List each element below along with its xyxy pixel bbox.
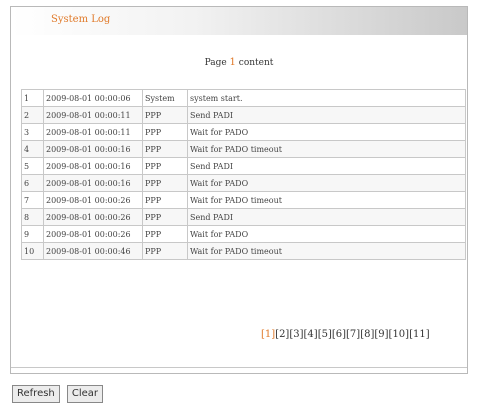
- page-link[interactable]: [11]: [409, 329, 430, 340]
- row-message: Wait for PADO timeout: [187, 140, 466, 158]
- row-module: PPP: [142, 191, 188, 209]
- page-prefix: Page: [204, 58, 227, 68]
- title-bar: System Log: [11, 7, 467, 35]
- row-index: 2: [21, 106, 44, 124]
- log-table: 1 2009-08-01 00:00:06 System system start. 2…: [21, 89, 466, 260]
- page-link[interactable]: [6]: [332, 329, 346, 340]
- row-module: PPP: [142, 208, 188, 226]
- row-time: 2009-08-01 00:00:26: [43, 225, 143, 243]
- row-message: Send PADI: [187, 157, 466, 175]
- row-index: 4: [21, 140, 44, 158]
- table-row: 9 2009-08-01 00:00:26 PPP Wait for PADO: [21, 225, 466, 243]
- table-row: 4 2009-08-01 00:00:16 PPP Wait for PADO tim…: [21, 140, 466, 158]
- table-row: 2 2009-08-01 00:00:11 PPP Send PADI: [21, 106, 466, 124]
- row-module: System: [142, 89, 188, 107]
- table-row: 6 2009-08-01 00:00:16 PPP Wait for PADO: [21, 174, 466, 192]
- row-index: 5: [21, 157, 44, 175]
- row-module: PPP: [142, 123, 188, 141]
- row-module: PPP: [142, 106, 188, 124]
- row-module: PPP: [142, 225, 188, 243]
- page-link[interactable]: [4]: [304, 329, 318, 340]
- page-suffix: content: [238, 58, 274, 68]
- row-index: 6: [21, 174, 44, 192]
- log-table-body: 1 2009-08-01 00:00:06 System system start. 2…: [21, 89, 466, 260]
- row-time: 2009-08-01 00:00:16: [43, 140, 143, 158]
- row-module: PPP: [142, 174, 188, 192]
- row-time: 2009-08-01 00:00:11: [43, 123, 143, 141]
- row-index: 1: [21, 89, 44, 107]
- row-module: PPP: [142, 140, 188, 158]
- row-time: 2009-08-01 00:00:26: [43, 191, 143, 209]
- system-log-panel: System Log Page 1 content 1 2009-08-01 00…: [10, 6, 468, 374]
- row-index: 8: [21, 208, 44, 226]
- page-link[interactable]: [5]: [318, 329, 332, 340]
- row-module: PPP: [142, 157, 188, 175]
- row-index: 3: [21, 123, 44, 141]
- page-title: System Log: [51, 14, 111, 25]
- row-message: Wait for PADO: [187, 123, 466, 141]
- pagination: [1][2][3][4][5][6][7][8][9][10][11]: [261, 329, 430, 340]
- page-number: 1: [229, 57, 236, 68]
- row-message: Wait for PADO: [187, 174, 466, 192]
- page-link[interactable]: [2]: [275, 329, 289, 340]
- refresh-button[interactable]: Refresh: [12, 384, 60, 403]
- row-message: Send PADI: [187, 208, 466, 226]
- page-link[interactable]: [1]: [261, 329, 275, 340]
- table-row: 1 2009-08-01 00:00:06 System system start.: [21, 89, 466, 107]
- row-time: 2009-08-01 00:00:06: [43, 89, 143, 107]
- row-index: 7: [21, 191, 44, 209]
- row-message: Wait for PADO timeout: [187, 191, 466, 209]
- page-indicator: Page 1 content: [11, 57, 467, 68]
- row-message: Wait for PADO: [187, 225, 466, 243]
- row-message: Send PADI: [187, 106, 466, 124]
- table-row: 5 2009-08-01 00:00:16 PPP Send PADI: [21, 157, 466, 175]
- page-link[interactable]: [3]: [289, 329, 303, 340]
- row-time: 2009-08-01 00:00:26: [43, 208, 143, 226]
- page-link[interactable]: [7]: [346, 329, 360, 340]
- row-time: 2009-08-01 00:00:16: [43, 174, 143, 192]
- divider: [11, 367, 467, 368]
- clear-button[interactable]: Clear: [66, 384, 104, 403]
- row-index: 10: [21, 242, 44, 260]
- row-time: 2009-08-01 00:00:46: [43, 242, 143, 260]
- page-link[interactable]: [10]: [389, 329, 410, 340]
- page-link[interactable]: [8]: [360, 329, 374, 340]
- table-row: 3 2009-08-01 00:00:11 PPP Wait for PADO: [21, 123, 466, 141]
- table-row: 8 2009-08-01 00:00:26 PPP Send PADI: [21, 208, 466, 226]
- row-module: PPP: [142, 242, 188, 260]
- row-index: 9: [21, 225, 44, 243]
- button-bar: Refresh Clear: [12, 381, 105, 403]
- page-link[interactable]: [9]: [374, 329, 388, 340]
- row-message: Wait for PADO timeout: [187, 242, 466, 260]
- table-row: 10 2009-08-01 00:00:46 PPP Wait for PADO ti…: [21, 242, 466, 260]
- row-time: 2009-08-01 00:00:11: [43, 106, 143, 124]
- table-row: 7 2009-08-01 00:00:26 PPP Wait for PADO tim…: [21, 191, 466, 209]
- row-message: system start.: [187, 89, 466, 107]
- row-time: 2009-08-01 00:00:16: [43, 157, 143, 175]
